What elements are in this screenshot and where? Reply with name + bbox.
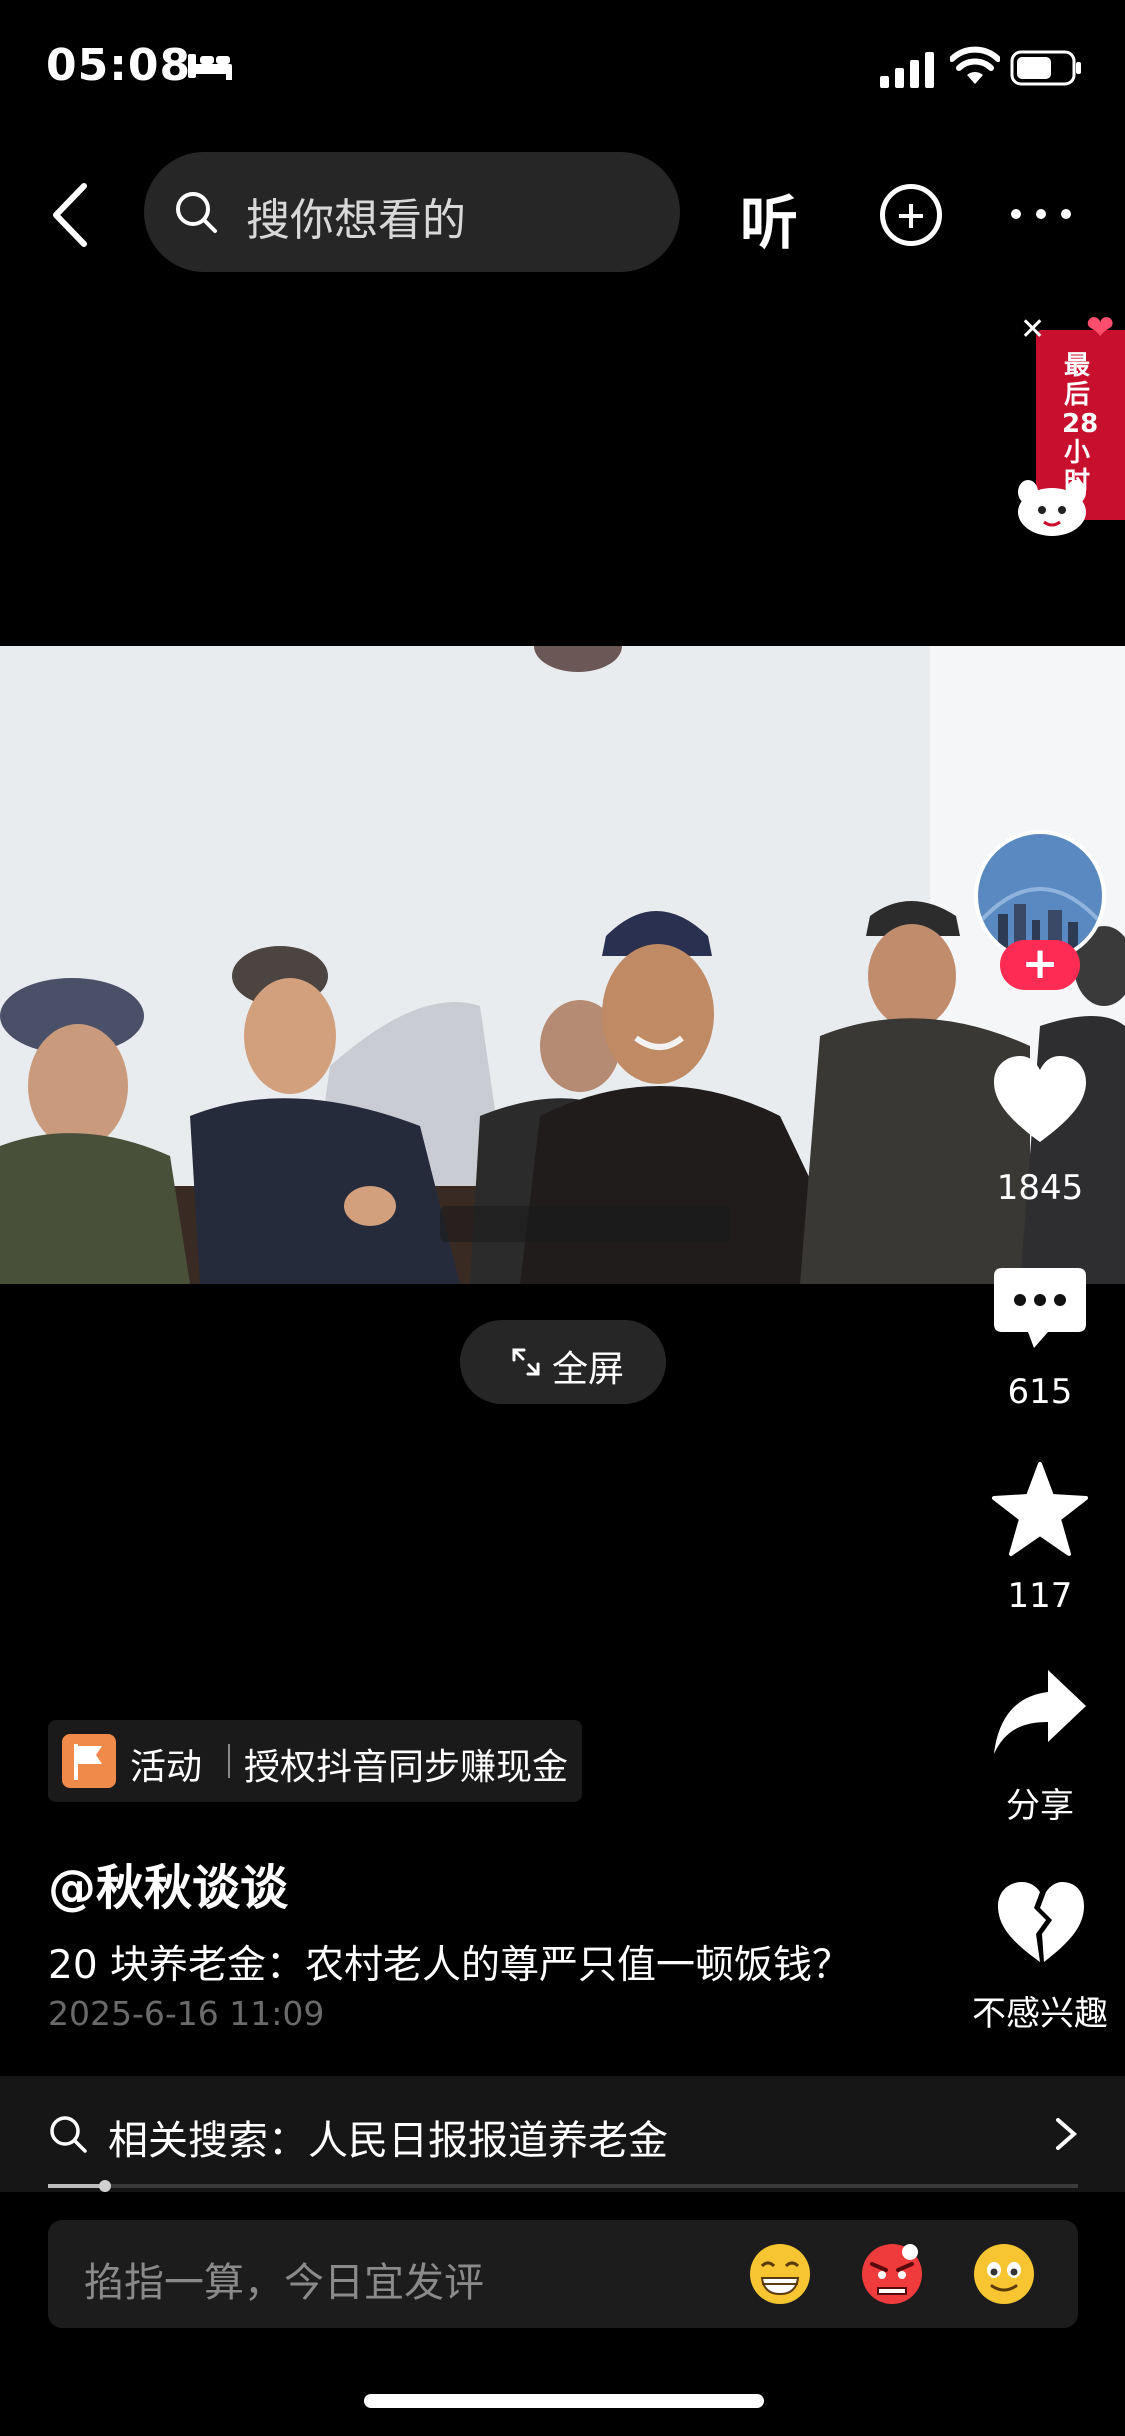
share-label: 分享 <box>1006 1786 1074 1826</box>
angry-emoji-icon[interactable] <box>860 2242 924 2306</box>
listen-button[interactable]: 听 <box>740 176 798 260</box>
activity-divider <box>228 1744 230 1778</box>
search-bar[interactable]: 搜你想看的 <box>144 152 680 272</box>
fullscreen-label: 全屏 <box>552 1349 625 1390</box>
back-button[interactable] <box>46 180 94 250</box>
comment-input[interactable]: 掐指一算，今日宜发评 <box>48 2220 1078 2328</box>
promo-text: 最后28小时 <box>1062 351 1099 497</box>
post-description: 20 块养老金：农村老人的尊严只值一顿饭钱？ <box>48 1943 852 1988</box>
search-placeholder: 搜你想看的 <box>246 195 466 246</box>
add-icon[interactable] <box>880 184 942 246</box>
related-search-text: 相关搜索：人民日报报道养老金 <box>108 2118 668 2164</box>
like-count: 1845 <box>996 1168 1084 1208</box>
sleep-mode-icon <box>188 54 232 80</box>
broken-heart-icon[interactable] <box>990 1872 1090 1972</box>
activity-text: 授权抖音同步赚现金 <box>244 1747 569 1788</box>
progress-fill <box>48 2184 105 2188</box>
favorite-star-icon[interactable] <box>990 1460 1090 1560</box>
home-indicator[interactable] <box>364 2394 764 2408</box>
not-interested-label: 不感兴趣 <box>972 1994 1108 2034</box>
comment-placeholder: 掐指一算，今日宜发评 <box>84 2260 484 2306</box>
related-search-bar[interactable]: 相关搜索：人民日报报道养老金 <box>0 2076 1125 2192</box>
fullscreen-button[interactable]: 全屏 <box>460 1320 666 1404</box>
video-frame[interactable] <box>0 646 1125 1284</box>
more-options-icon[interactable] <box>1010 208 1072 220</box>
smile-emoji-icon[interactable] <box>972 2242 1036 2306</box>
comment-count: 615 <box>1007 1372 1073 1412</box>
chevron-right-icon <box>1056 2118 1078 2150</box>
share-icon[interactable] <box>990 1664 1090 1764</box>
flag-icon <box>62 1734 116 1788</box>
search-icon <box>176 192 217 233</box>
video-scene <box>0 646 1125 1284</box>
activity-label: 活动 <box>130 1747 203 1788</box>
progress-track[interactable] <box>48 2184 1078 2188</box>
expand-icon <box>512 1348 540 1376</box>
author-name[interactable]: @秋秋谈谈 <box>48 1848 288 1918</box>
battery-icon <box>1010 50 1081 86</box>
search-icon <box>50 2116 87 2153</box>
like-icon[interactable] <box>990 1050 1090 1150</box>
status-time: 05:08 <box>46 40 192 91</box>
progress-handle[interactable] <box>99 2180 111 2192</box>
activity-tag[interactable]: 活动 授权抖音同步赚现金 <box>48 1720 582 1802</box>
heart-icon: ❤ <box>1086 308 1115 348</box>
comment-icon[interactable] <box>990 1262 1090 1362</box>
wifi-icon <box>950 46 1000 84</box>
favorite-count: 117 <box>1007 1576 1073 1616</box>
mascot-icon <box>1018 480 1086 536</box>
follow-button[interactable]: + <box>1000 940 1080 990</box>
post-date: 2025-6-16 11:09 <box>48 1994 325 2033</box>
grin-emoji-icon[interactable] <box>748 2242 812 2306</box>
promo-close-icon[interactable]: ✕ <box>1020 312 1045 347</box>
cellular-signal-icon <box>880 52 934 88</box>
